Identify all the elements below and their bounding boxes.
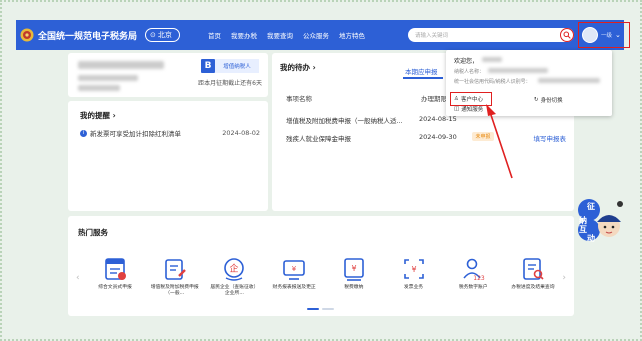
service-label: 居民企业（查账征收）企业所... bbox=[210, 285, 259, 296]
service-list: 综合文员式申报 增值税及附加税费申报（一般... 企 居民企业（查账征收）企业所… bbox=[90, 256, 558, 297]
redacted-tax-id bbox=[78, 75, 138, 81]
todo-item-date: 2024-09-30 bbox=[419, 133, 457, 141]
credit-code-label: 统一社会信用代码/纳税人识别号： bbox=[454, 79, 531, 85]
service-label: 办税进度及结果查询 bbox=[511, 285, 555, 290]
fill-declaration-link[interactable]: 填写申报表 bbox=[534, 133, 567, 143]
invoice-receive-icon: ¥ bbox=[344, 258, 364, 281]
service-item[interactable]: 123 税务数字账户 bbox=[448, 256, 498, 297]
search-button[interactable] bbox=[560, 28, 574, 42]
hot-services-title: 热门服务 bbox=[78, 228, 108, 237]
info-icon: i bbox=[80, 129, 87, 137]
service-item[interactable]: 增值税及附加税费申报（一般... bbox=[150, 256, 200, 297]
nav-query[interactable]: 我要查询 bbox=[267, 30, 293, 40]
chevron-right-icon[interactable]: › bbox=[562, 273, 566, 283]
service-item[interactable]: ¥ 财务报表报送及更正 bbox=[269, 256, 319, 297]
svg-text:动: 动 bbox=[587, 233, 595, 243]
taxpayer-name-label: 纳税人名称： bbox=[454, 69, 485, 75]
nav-local-features[interactable]: 地方特色 bbox=[339, 30, 365, 40]
service-item[interactable]: 企 居民企业（查账征收）企业所... bbox=[209, 256, 259, 297]
apply-query-icon bbox=[523, 258, 544, 280]
redacted-company-name bbox=[78, 61, 164, 69]
service-item[interactable]: ¥ 税费缴纳 bbox=[329, 256, 379, 297]
annotation-arrow bbox=[486, 104, 513, 179]
reminder-text: 新发票可享受加计扣除红利清单 bbox=[90, 130, 181, 138]
dropdown-greeting: 欢迎您， bbox=[454, 58, 479, 65]
svg-text:征: 征 bbox=[587, 201, 595, 211]
user-menu-trigger[interactable]: 一级 ⌄ bbox=[578, 22, 630, 48]
service-label: 发票业务 bbox=[403, 285, 424, 290]
hot-services-card: 热门服务 ‹ › 综合文员式申报 增值税及附加税费申报（一般... 企 居民企业… bbox=[68, 216, 574, 316]
switch-icon: ↻ bbox=[534, 97, 539, 103]
column-header-name: 事项名称 bbox=[286, 95, 312, 103]
svg-text:互: 互 bbox=[579, 225, 587, 234]
taxpayer-summary-card: B 增值纳税人 距本月征期截止还有6天 bbox=[68, 53, 268, 97]
redacted-credit-code bbox=[538, 78, 600, 83]
digital-account-icon: 123 bbox=[463, 258, 485, 282]
main-nav: 首页 我要办税 我要查询 公众服务 地方特色 bbox=[208, 20, 365, 50]
interaction-mascot[interactable]: 征 纳 互 动 bbox=[573, 196, 625, 246]
redacted-user bbox=[482, 57, 502, 62]
svg-text:¥: ¥ bbox=[411, 265, 416, 274]
reminder-title[interactable]: 我的提醒 › bbox=[80, 110, 116, 121]
tab-active-indicator bbox=[403, 77, 443, 79]
pager-dot[interactable] bbox=[322, 308, 334, 310]
tax-emblem-icon bbox=[20, 28, 34, 42]
service-label: 财务报表报送及更正 bbox=[272, 285, 316, 290]
service-label: 增值税及附加税费申报（一般... bbox=[150, 285, 199, 296]
redacted-info bbox=[78, 85, 120, 91]
tax-return-icon bbox=[105, 258, 126, 280]
service-label: 综合文员式申报 bbox=[98, 285, 132, 290]
tab-current-declaration[interactable]: 本期应申报 bbox=[405, 66, 438, 76]
nav-public-service[interactable]: 公众服务 bbox=[303, 30, 329, 40]
avatar bbox=[582, 27, 598, 43]
svg-text:¥: ¥ bbox=[292, 265, 297, 273]
user-icon: ♙ bbox=[454, 96, 459, 102]
svg-text:纳: 纳 bbox=[579, 215, 587, 225]
service-label: 税务数字账户 bbox=[458, 285, 488, 290]
todo-title[interactable]: 我的待办 › bbox=[280, 62, 316, 73]
taxpayer-credit-badge: B bbox=[201, 59, 215, 73]
user-dropdown-menu: 欢迎您， 纳税人名称： 统一社会信用代码/纳税人识别号： ♙ 客户中心 ◫ 通知服务… bbox=[446, 50, 612, 116]
svg-text:企: 企 bbox=[230, 263, 239, 275]
corp-income-icon: 企 bbox=[224, 258, 245, 281]
search-icon bbox=[563, 31, 571, 39]
bell-icon: ◫ bbox=[454, 106, 460, 112]
invoice-issue-icon: ¥ bbox=[403, 259, 424, 279]
search-placeholder: 请输入关键词 bbox=[415, 33, 449, 39]
todo-item-name: 增值税及附加税费申报（一般纳税人适... bbox=[286, 117, 403, 125]
reminder-item[interactable]: i 新发票可享受加计扣除红利清单 2024-08-02 bbox=[80, 128, 260, 138]
todo-item-date: 2024-08-15 bbox=[419, 115, 457, 123]
deadline-notice: 距本月征期截止还有6天 bbox=[198, 80, 262, 87]
switch-identity-button[interactable]: ↻ 身份切换 bbox=[534, 96, 563, 104]
service-item[interactable]: 综合文员式申报 bbox=[90, 256, 140, 297]
todo-item-name: 残疾人就业保障金申报 bbox=[286, 135, 351, 143]
redacted-taxpayer-name bbox=[488, 68, 548, 73]
carousel-pager bbox=[307, 308, 334, 310]
taxpayer-type-tag: 增值纳税人 bbox=[215, 59, 259, 73]
location-pin-icon: ⊙ bbox=[150, 31, 156, 39]
service-item[interactable]: 办税进度及结果查询 bbox=[508, 256, 558, 297]
mascot-icon: 征 纳 互 动 bbox=[578, 199, 623, 243]
region-selector[interactable]: ⊙ 北京 bbox=[145, 28, 180, 42]
pager-dot-active[interactable] bbox=[307, 308, 319, 310]
svg-text:¥: ¥ bbox=[351, 264, 356, 273]
nav-do-tax[interactable]: 我要办税 bbox=[231, 30, 257, 40]
service-label: 税费缴纳 bbox=[344, 285, 364, 290]
svg-text:123: 123 bbox=[473, 275, 485, 282]
chevron-down-icon: ⌄ bbox=[615, 31, 621, 39]
top-header: 全国统一规范电子税务局 ⊙ 北京 首页 我要办税 我要查询 公众服务 地方特色 … bbox=[16, 20, 630, 50]
column-header-deadline: 办理期限 bbox=[421, 95, 447, 103]
search-input[interactable]: 请输入关键词 bbox=[408, 28, 574, 42]
nav-home[interactable]: 首页 bbox=[208, 30, 221, 40]
service-item[interactable]: ¥ 发票业务 bbox=[389, 256, 439, 297]
region-label: 北京 bbox=[157, 31, 172, 39]
reminder-card: 我的提醒 › i 新发票可享受加计扣除红利清单 2024-08-02 bbox=[68, 101, 268, 211]
chevron-left-icon[interactable]: ‹ bbox=[76, 273, 80, 283]
user-name: 一级 bbox=[601, 33, 613, 39]
reminder-date: 2024-08-02 bbox=[222, 129, 260, 137]
vat-declare-icon bbox=[164, 259, 186, 280]
site-title[interactable]: 全国统一规范电子税务局 bbox=[38, 29, 137, 42]
financial-report-icon: ¥ bbox=[283, 260, 305, 280]
